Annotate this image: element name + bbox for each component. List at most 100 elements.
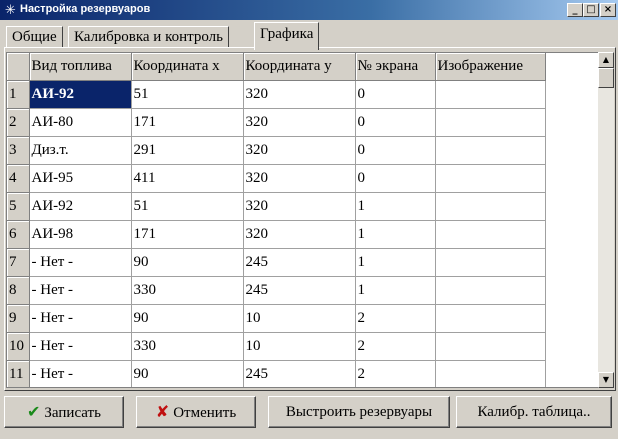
row-header[interactable]: 1	[7, 80, 30, 109]
grid-empty-area	[545, 193, 599, 221]
table-row[interactable]: 8 - Нет -330 245 1	[7, 276, 599, 305]
grid-cell[interactable]: 1	[355, 192, 436, 221]
grid-cell[interactable]	[435, 192, 546, 221]
arrange-tanks-button[interactable]: Выстроить резервуары	[268, 396, 450, 428]
grid-cell[interactable]: 245	[243, 360, 356, 387]
grid-cell[interactable]	[435, 80, 546, 109]
grid-empty-area	[545, 277, 599, 305]
grid-cell[interactable]: 90	[131, 360, 244, 387]
row-header[interactable]: 9	[7, 304, 30, 333]
table-row[interactable]: 2 АИ-80 171 320 0	[7, 108, 599, 137]
grid-cell[interactable]	[435, 304, 546, 333]
grid-cell[interactable]: 90	[131, 304, 244, 333]
grid-cell[interactable]	[435, 108, 546, 137]
grid-cell[interactable]: 330	[131, 332, 244, 361]
grid-cell[interactable]: 320	[243, 108, 356, 137]
grid-cell[interactable]: 51	[131, 80, 244, 109]
cancel-button[interactable]: ✘ Отменить	[136, 396, 256, 428]
scroll-down-icon[interactable]: ▼	[598, 372, 614, 388]
grid-cell[interactable]: 2	[355, 304, 436, 333]
grid-cell[interactable]: 320	[243, 136, 356, 165]
grid-cell[interactable]	[435, 332, 546, 361]
header-fuel-type[interactable]: Вид топлива	[29, 53, 132, 81]
grid-cell[interactable]: 1	[355, 248, 436, 277]
scroll-up-icon[interactable]: ▲	[598, 52, 614, 68]
row-header[interactable]: 11	[7, 360, 30, 387]
grid-cell[interactable]: 320	[243, 220, 356, 249]
table-row[interactable]: 4 АИ-95 411 320 0	[7, 164, 599, 193]
grid-cell[interactable]: 320	[243, 80, 356, 109]
table-row[interactable]: 7 - Нет -90 245 1	[7, 248, 599, 277]
table-row[interactable]: 1 АИ-92 51 320 0	[7, 80, 599, 109]
grid-cell[interactable]: 330	[131, 276, 244, 305]
row-header[interactable]: 7	[7, 248, 30, 277]
save-button[interactable]: ✔ Записать	[4, 396, 124, 428]
grid-cell[interactable]: 2	[355, 360, 436, 387]
grid-cell[interactable]: 1	[355, 220, 436, 249]
maximize-button[interactable]: □	[583, 3, 599, 17]
table-row[interactable]: 5 АИ-92 51 320 1	[7, 192, 599, 221]
row-header[interactable]: 8	[7, 276, 30, 305]
grid-cell[interactable]	[435, 136, 546, 165]
grid-cell[interactable]: 0	[355, 164, 436, 193]
grid-cell[interactable]: - Нет -	[29, 248, 132, 277]
header-coord-y[interactable]: Координата y	[243, 53, 356, 81]
row-header[interactable]: 4	[7, 164, 30, 193]
grid-cell[interactable]: АИ-92	[29, 192, 132, 221]
grid-empty-area	[545, 305, 599, 333]
data-grid[interactable]: Вид топлива Координата x Координата y № …	[6, 52, 600, 388]
grid-cell[interactable]: АИ-95	[29, 164, 132, 193]
grid-cell[interactable]	[435, 220, 546, 249]
grid-cell[interactable]	[435, 360, 546, 387]
grid-cell[interactable]: 320	[243, 164, 356, 193]
header-coord-x[interactable]: Координата x	[131, 53, 244, 81]
grid-cell[interactable]: 51	[131, 192, 244, 221]
grid-cell[interactable]: - Нет -	[29, 332, 132, 361]
minimize-button[interactable]: _	[567, 3, 583, 17]
grid-cell[interactable]: 2	[355, 332, 436, 361]
table-row[interactable]: 9 - Нет -90 10 2	[7, 304, 599, 333]
row-header[interactable]: 3	[7, 136, 30, 165]
table-row[interactable]: 6 АИ-98 171 320 1	[7, 220, 599, 249]
table-row[interactable]: 11 - Нет -90 245 2	[7, 360, 599, 387]
grid-cell[interactable]: 1	[355, 276, 436, 305]
header-screen-number[interactable]: № экрана	[355, 53, 436, 81]
row-header[interactable]: 6	[7, 220, 30, 249]
grid-cell[interactable]: 245	[243, 248, 356, 277]
grid-cell[interactable]: 0	[355, 108, 436, 137]
grid-cell[interactable]: 171	[131, 108, 244, 137]
grid-cell[interactable]: 0	[355, 136, 436, 165]
scroll-thumb[interactable]	[598, 68, 614, 88]
grid-cell[interactable]: 291	[131, 136, 244, 165]
grid-cell[interactable]: 245	[243, 276, 356, 305]
calibration-table-button[interactable]: Калибр. таблица..	[456, 396, 612, 428]
vertical-scrollbar[interactable]: ▲ ▼	[598, 52, 614, 388]
tab-calibration[interactable]: Калибровка и контроль	[68, 26, 229, 48]
tab-general[interactable]: Общие	[6, 26, 63, 48]
grid-cell[interactable]	[435, 276, 546, 305]
grid-cell[interactable]: 171	[131, 220, 244, 249]
grid-cell[interactable]: - Нет -	[29, 276, 132, 305]
table-row[interactable]: 3 Диз.т. 291 320 0	[7, 136, 599, 165]
grid-cell[interactable]: АИ-98	[29, 220, 132, 249]
grid-cell[interactable]: 320	[243, 192, 356, 221]
grid-cell[interactable]: 411	[131, 164, 244, 193]
grid-cell[interactable]: 10	[243, 304, 356, 333]
grid-cell[interactable]: - Нет -	[29, 304, 132, 333]
row-header[interactable]: 2	[7, 108, 30, 137]
grid-cell[interactable]: АИ-92	[29, 80, 132, 109]
header-image[interactable]: Изображение	[435, 53, 546, 81]
row-header[interactable]: 5	[7, 192, 30, 221]
table-row[interactable]: 10 - Нет -330 10 2	[7, 332, 599, 361]
grid-cell[interactable]: АИ-80	[29, 108, 132, 137]
grid-cell[interactable]: 90	[131, 248, 244, 277]
grid-cell[interactable]	[435, 248, 546, 277]
tab-graphics[interactable]: Графика	[254, 22, 320, 50]
grid-cell[interactable]: Диз.т.	[29, 136, 132, 165]
close-button[interactable]: ×	[600, 3, 616, 17]
grid-cell[interactable]	[435, 164, 546, 193]
grid-cell[interactable]: 0	[355, 80, 436, 109]
grid-cell[interactable]: 10	[243, 332, 356, 361]
row-header[interactable]: 10	[7, 332, 30, 361]
grid-cell[interactable]: - Нет -	[29, 360, 132, 387]
